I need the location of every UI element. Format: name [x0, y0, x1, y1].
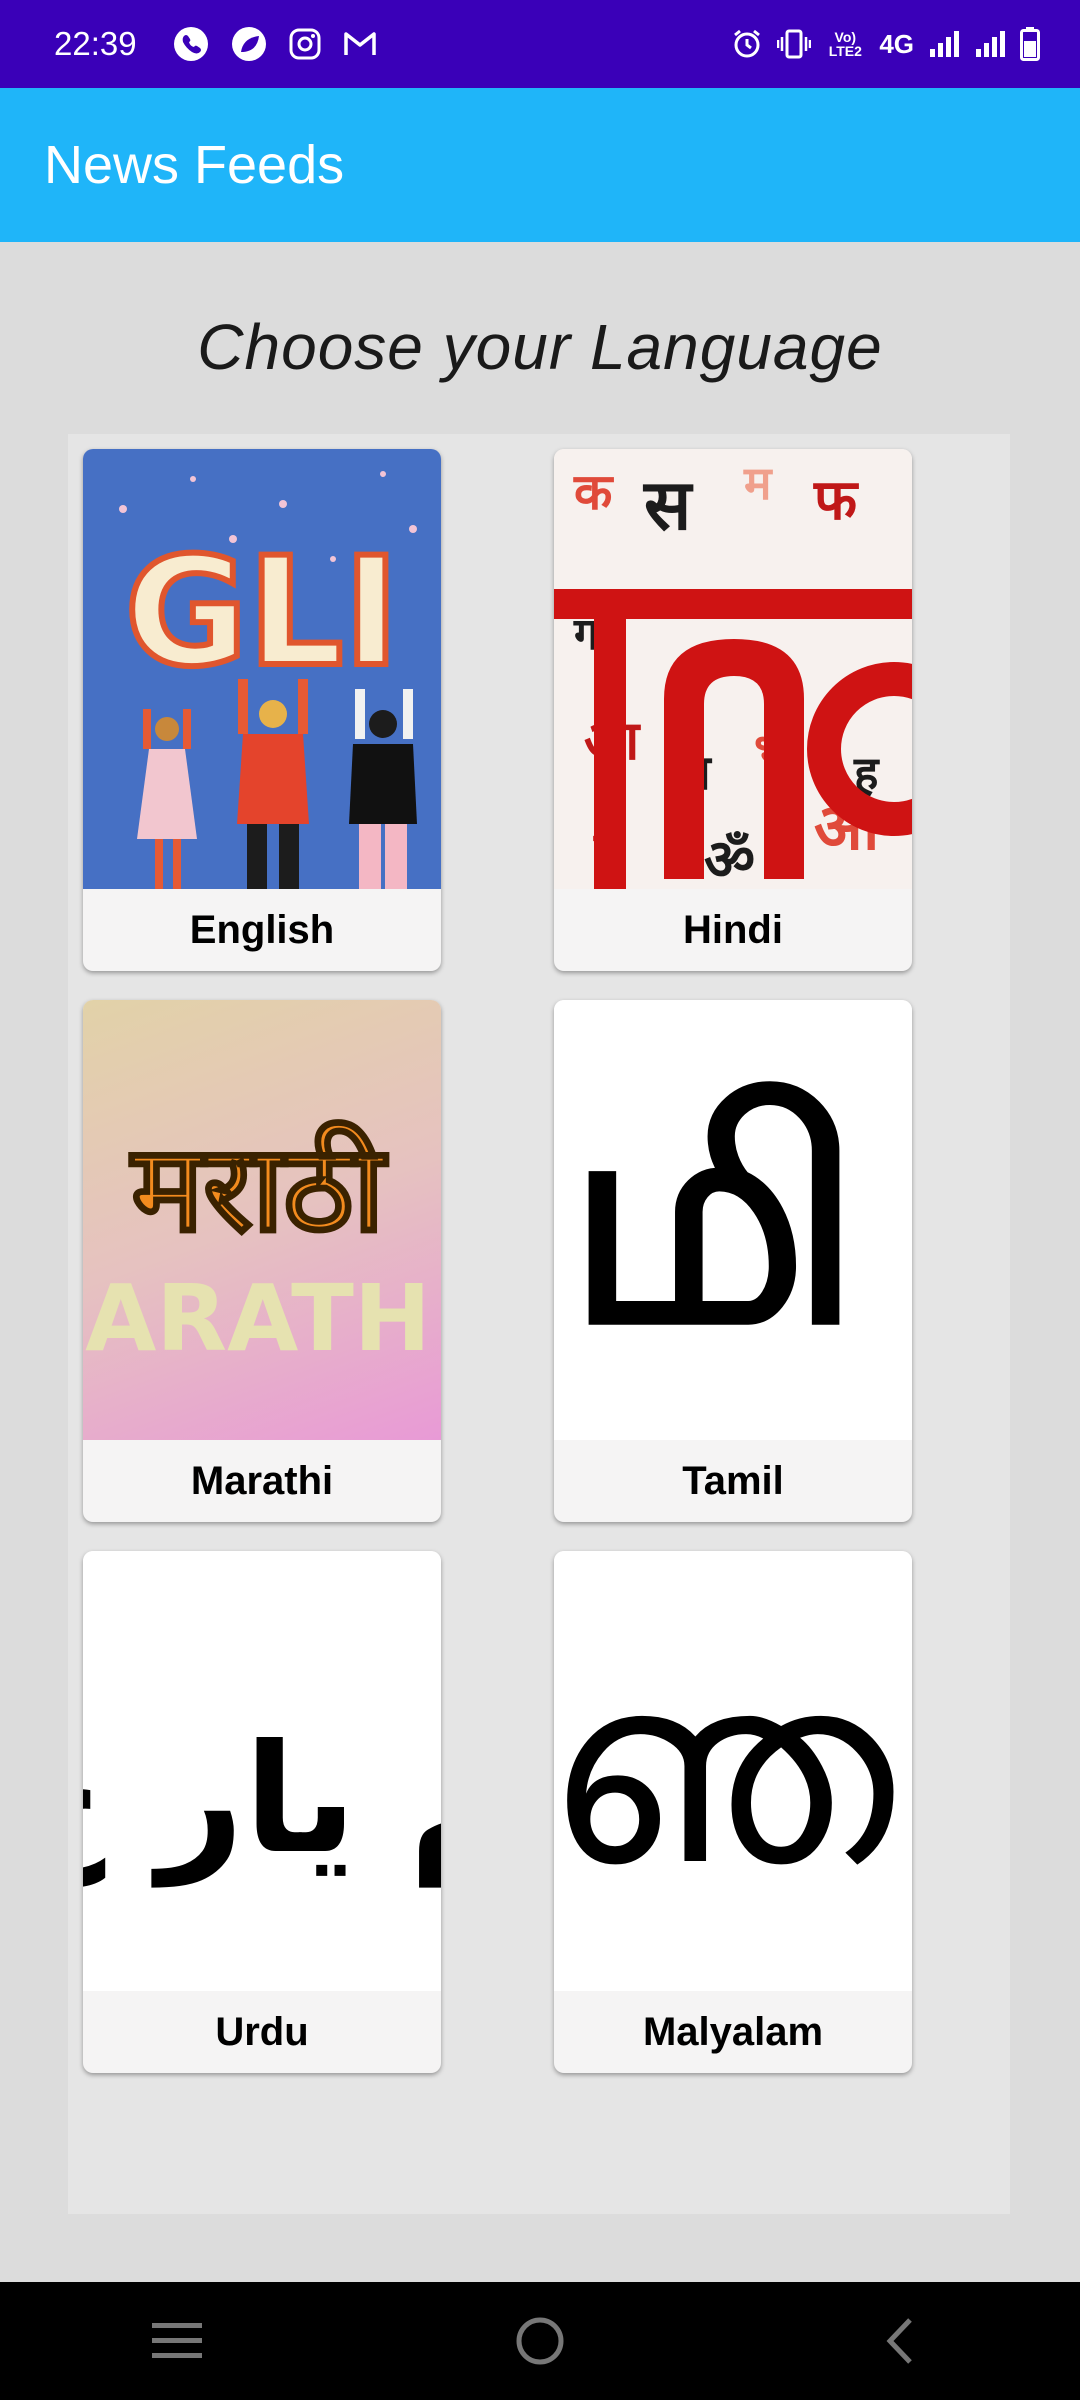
gmail-icon — [343, 30, 377, 58]
menu-icon — [152, 2323, 202, 2358]
malyalam-thumbnail: ഞ — [554, 1551, 912, 1991]
app-bar: News Feeds — [0, 88, 1080, 242]
signal-icon — [974, 29, 1006, 59]
language-label: English — [189, 907, 335, 952]
home-button[interactable] — [480, 2291, 600, 2391]
english-thumbnail: GLI — [83, 449, 441, 889]
status-time: 22:39 — [54, 25, 137, 62]
tamil-thumbnail: மி — [554, 1000, 912, 1440]
svg-text:फ: फ — [813, 468, 859, 533]
home-icon — [516, 2317, 564, 2365]
language-card-english[interactable]: GLI English — [83, 449, 441, 971]
svg-text:स: स — [642, 464, 694, 546]
svg-text:م یار خ: م یار خ — [83, 1713, 441, 1888]
language-label: Hindi — [683, 907, 783, 952]
svg-text:ॐ: ॐ — [704, 828, 755, 889]
marathi-thumbnail: मराठी ARATH — [83, 1000, 441, 1440]
language-label: Urdu — [215, 2009, 309, 2054]
svg-text:மி: மி — [566, 1042, 861, 1391]
language-label: Marathi — [190, 1458, 334, 1503]
battery-icon — [1020, 27, 1040, 61]
menu-button[interactable] — [120, 2291, 240, 2391]
language-card-malyalam[interactable]: ഞ Malyalam — [554, 1551, 912, 2073]
svg-text:मराठी: मराठी — [130, 1120, 389, 1259]
language-card-hindi[interactable]: क स म फ ग आ अ भ आ य ॐ ह Hindi — [554, 449, 912, 971]
leaf-app-icon — [231, 26, 267, 62]
hindi-thumbnail: क स म फ ग आ अ भ आ य ॐ ह — [554, 449, 912, 889]
back-icon — [886, 2318, 912, 2364]
urdu-thumbnail: م یار خ — [83, 1551, 441, 1991]
svg-text:म: म — [743, 456, 773, 510]
app-title: News Feeds — [44, 135, 345, 195]
language-grid: GLI English क स म फ ग आ ॐ ह Hindi मराठी … — [68, 434, 1010, 2214]
svg-text:क: क — [573, 463, 614, 521]
network-type: 4G — [879, 28, 914, 59]
phone-icon — [173, 26, 209, 62]
navigation-bar — [0, 2282, 1080, 2400]
instagram-icon — [289, 28, 321, 60]
language-card-tamil[interactable]: மி Tamil — [554, 1000, 912, 1522]
svg-text:GLI: GLI — [125, 526, 400, 700]
language-label: Malyalam — [642, 2009, 824, 2054]
svg-text:ARATH: ARATH — [85, 1265, 431, 1372]
volte-icon: Vo) LTE2 — [828, 29, 862, 59]
language-label: Tamil — [682, 1458, 784, 1503]
status-bar: 22:39 Vo) LTE2 4G — [0, 0, 1080, 88]
signal-icon — [928, 29, 960, 59]
svg-text:ഞ: ഞ — [554, 1621, 894, 1923]
alarm-icon — [731, 28, 763, 60]
back-button[interactable] — [840, 2291, 960, 2391]
vibrate-icon — [777, 29, 812, 59]
language-card-urdu[interactable]: م یار خ Urdu — [83, 1551, 441, 2073]
page-heading: Choose your Language — [197, 311, 883, 383]
language-card-marathi[interactable]: मराठी ARATH Marathi — [83, 1000, 441, 1522]
